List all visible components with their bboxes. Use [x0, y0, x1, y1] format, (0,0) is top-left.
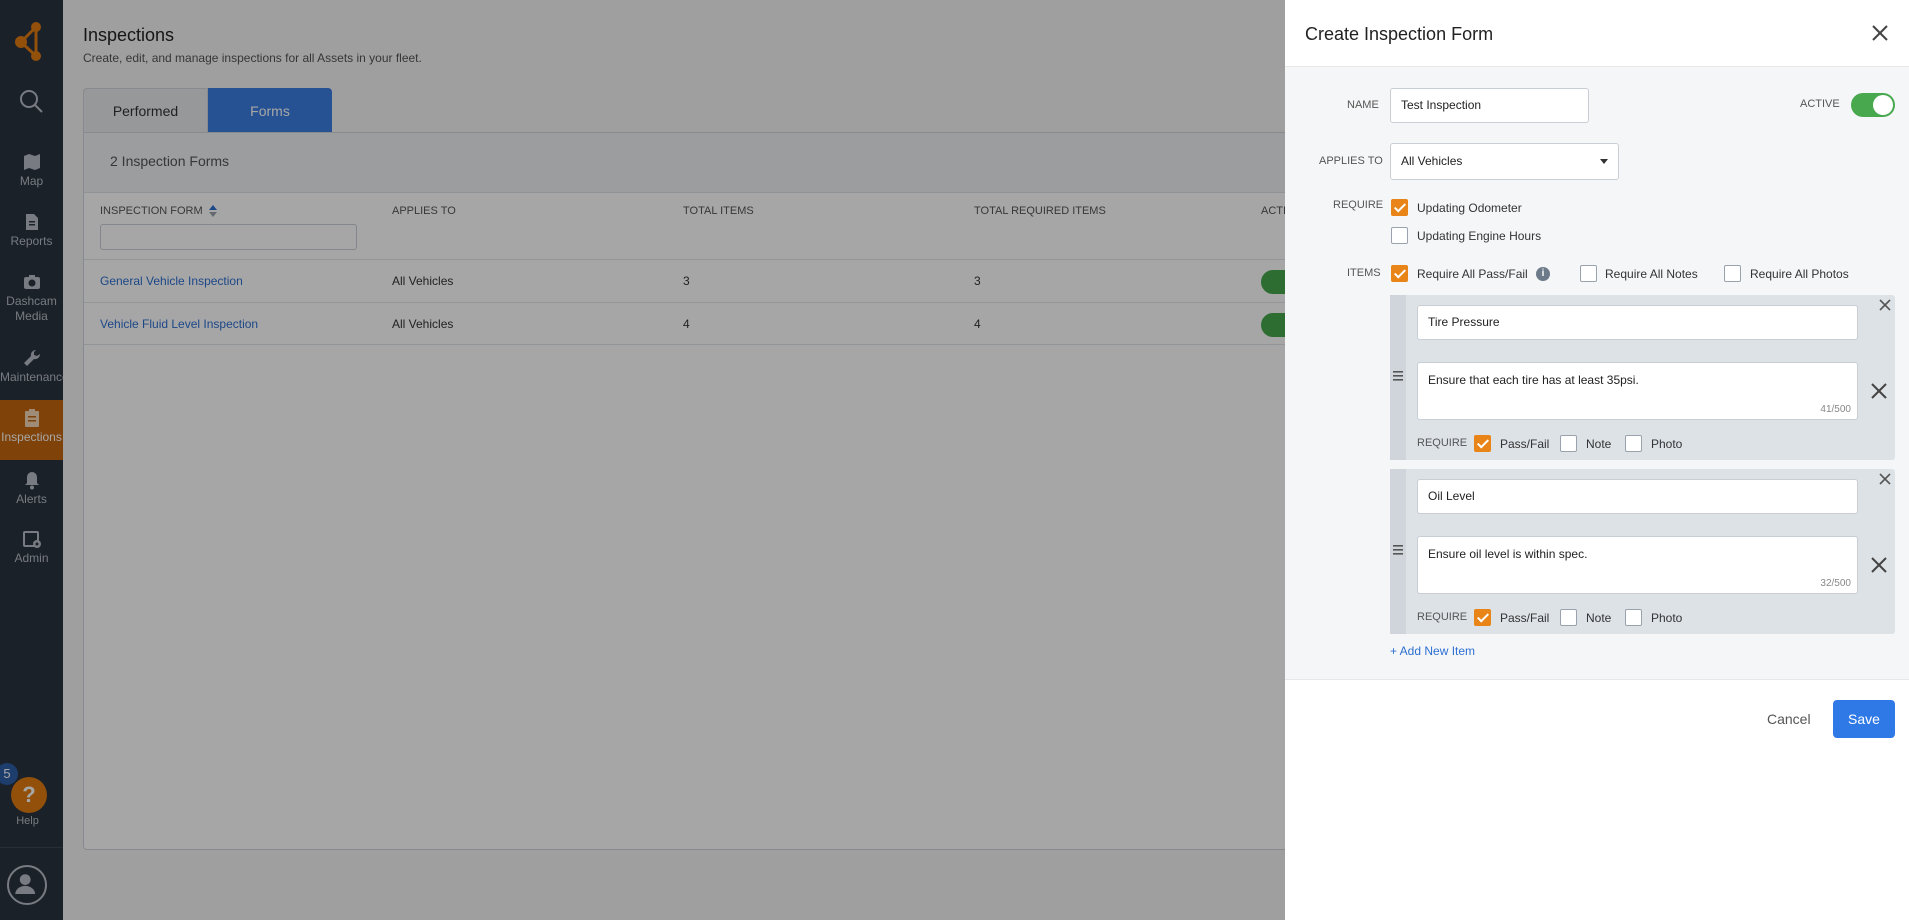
require-odometer-checkbox[interactable]	[1391, 199, 1408, 216]
item-note-checkbox[interactable]	[1560, 609, 1577, 626]
item-require-label: REQUIRE	[1417, 437, 1468, 449]
item-note-checkbox[interactable]	[1560, 435, 1577, 452]
item-description-textarea[interactable]: Ensure oil level is within spec. 32/500	[1417, 536, 1858, 594]
drawer-form-body: NAME Test Inspection ACTIVE APPLIES TO A…	[1285, 66, 1909, 680]
drag-handle-icon	[1393, 545, 1403, 555]
item-pass-fail-checkbox[interactable]	[1474, 435, 1491, 452]
remove-item-icon[interactable]	[1879, 473, 1891, 485]
require-all-pass-fail-label: Require All Pass/Fail	[1417, 267, 1528, 281]
item-require-label: REQUIRE	[1417, 611, 1468, 623]
item-pass-fail-label: Pass/Fail	[1500, 437, 1550, 451]
item-photo-label: Photo	[1651, 437, 1683, 451]
item-description-text: Ensure oil level is within spec.	[1428, 547, 1588, 561]
require-all-notes-checkbox[interactable]	[1580, 265, 1597, 282]
inspection-item-card: Tire Pressure Ensure that each tire has …	[1390, 295, 1895, 460]
item-description-textarea[interactable]: Ensure that each tire has at least 35psi…	[1417, 362, 1858, 420]
require-engine-hours-label: Updating Engine Hours	[1417, 229, 1542, 243]
require-all-notes-label: Require All Notes	[1605, 267, 1698, 281]
name-input[interactable]: Test Inspection	[1390, 88, 1589, 123]
inspection-item-card: Oil Level Ensure oil level is within spe…	[1390, 469, 1895, 634]
require-engine-hours-checkbox[interactable]	[1391, 227, 1408, 244]
info-icon[interactable]: i	[1536, 267, 1550, 281]
add-new-item-link[interactable]: + Add New Item	[1390, 644, 1475, 658]
require-label: REQUIRE	[1333, 199, 1384, 211]
remove-item-icon[interactable]	[1879, 299, 1891, 311]
create-inspection-form-drawer: Create Inspection Form NAME Test Inspect…	[1285, 0, 1909, 920]
item-pass-fail-label: Pass/Fail	[1500, 611, 1550, 625]
character-counter: 41/500	[1820, 404, 1851, 415]
drawer-title: Create Inspection Form	[1305, 24, 1494, 44]
require-odometer-label: Updating Odometer	[1417, 201, 1522, 215]
item-photo-checkbox[interactable]	[1625, 435, 1642, 452]
applies-to-value: All Vehicles	[1401, 154, 1463, 168]
item-photo-label: Photo	[1651, 611, 1683, 625]
switch-knob	[1873, 95, 1893, 115]
chevron-down-icon	[1600, 159, 1608, 164]
active-switch[interactable]	[1851, 93, 1895, 117]
drawer-header: Create Inspection Form	[1285, 0, 1909, 66]
item-description-text: Ensure that each tire has at least 35psi…	[1428, 373, 1639, 387]
drag-handle[interactable]	[1390, 295, 1406, 460]
require-all-photos-checkbox[interactable]	[1724, 265, 1741, 282]
drag-handle-icon	[1393, 371, 1403, 381]
item-pass-fail-checkbox[interactable]	[1474, 609, 1491, 626]
item-name-input[interactable]: Tire Pressure	[1417, 305, 1858, 340]
require-all-photos-label: Require All Photos	[1750, 267, 1849, 281]
character-counter: 32/500	[1820, 578, 1851, 589]
item-photo-checkbox[interactable]	[1625, 609, 1642, 626]
cancel-button[interactable]: Cancel	[1767, 700, 1811, 738]
applies-to-label: APPLIES TO	[1319, 155, 1383, 167]
name-label: NAME	[1347, 99, 1379, 111]
applies-to-select[interactable]: All Vehicles	[1390, 143, 1619, 180]
item-note-label: Note	[1586, 611, 1612, 625]
item-note-label: Note	[1586, 437, 1612, 451]
active-label: ACTIVE	[1800, 98, 1840, 110]
close-icon[interactable]	[1870, 23, 1890, 43]
drag-handle[interactable]	[1390, 469, 1406, 634]
modal-backdrop[interactable]	[0, 0, 1285, 920]
clear-description-icon[interactable]	[1871, 557, 1887, 573]
require-all-pass-fail-checkbox[interactable]	[1391, 265, 1408, 282]
items-label: ITEMS	[1347, 267, 1381, 279]
clear-description-icon[interactable]	[1871, 383, 1887, 399]
item-name-input[interactable]: Oil Level	[1417, 479, 1858, 514]
save-button[interactable]: Save	[1833, 700, 1895, 738]
